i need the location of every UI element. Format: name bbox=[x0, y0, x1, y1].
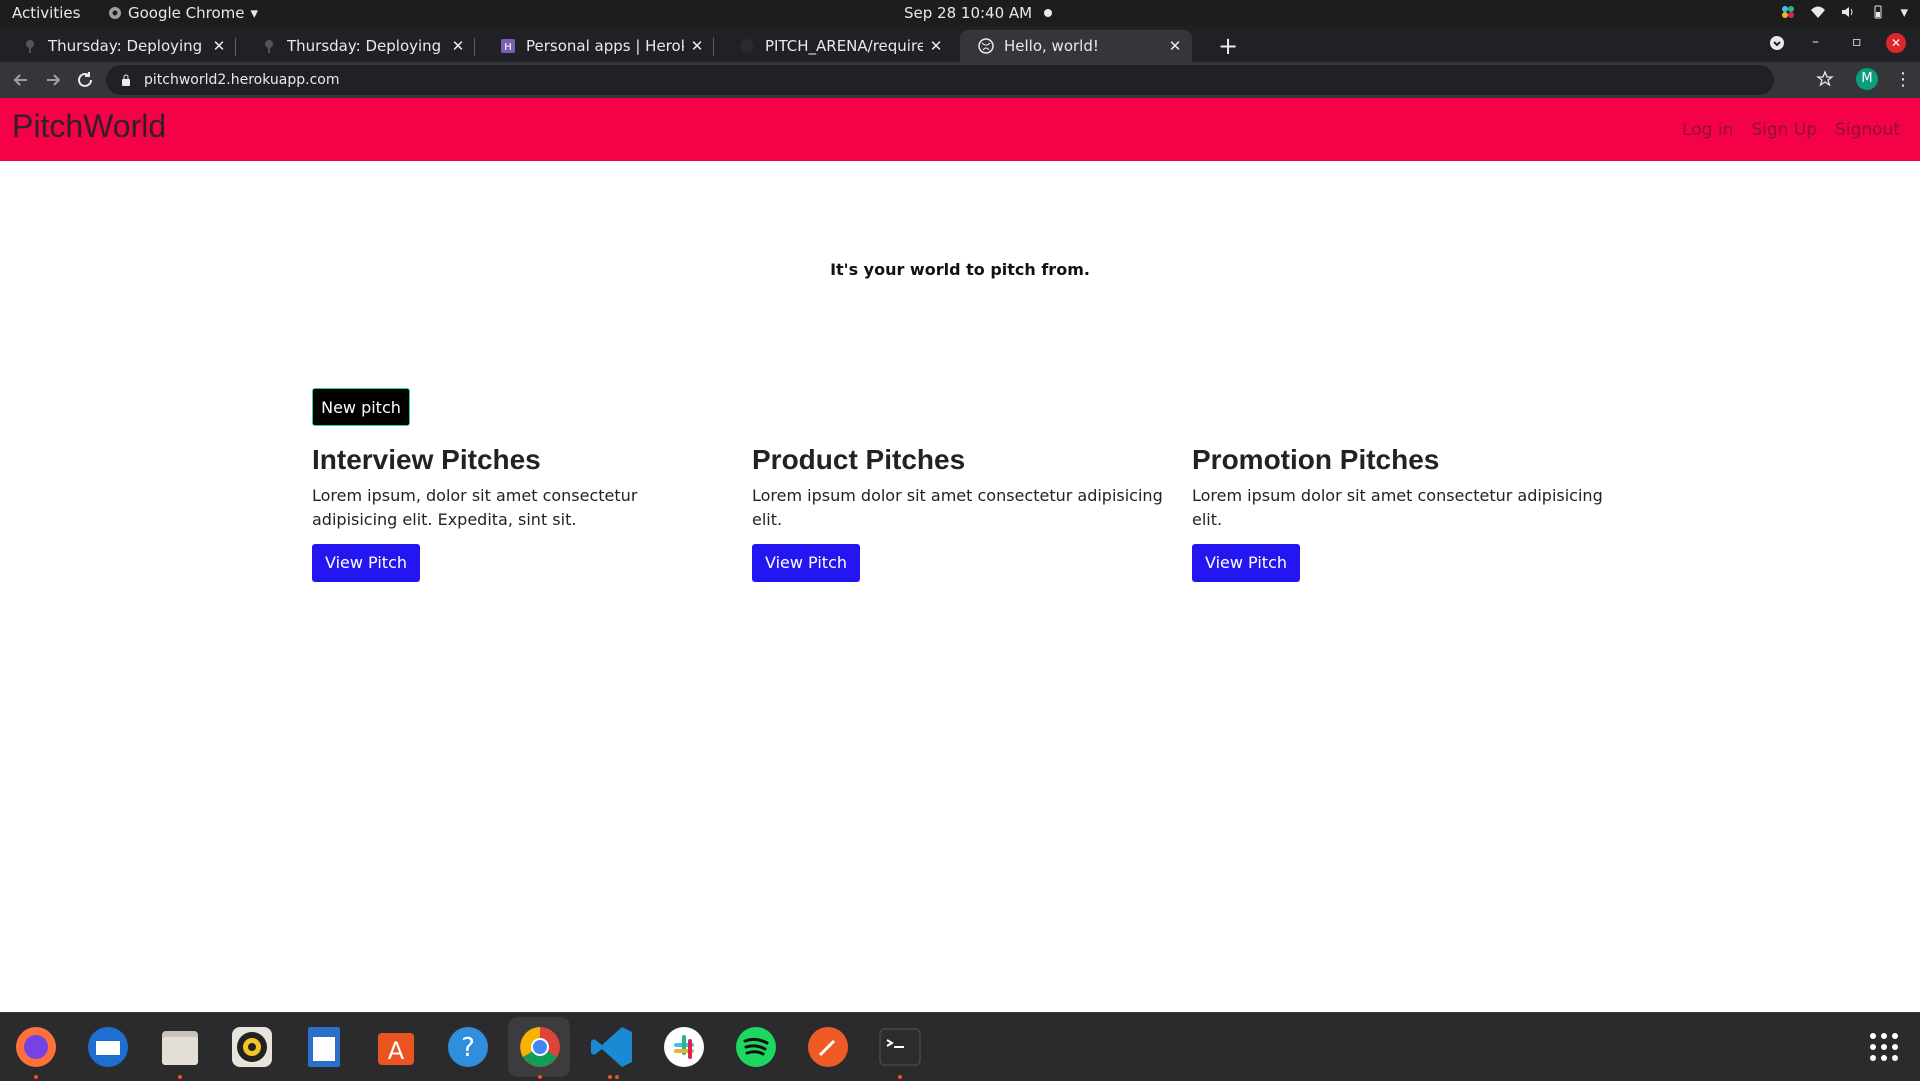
tab-close-icon[interactable]: ✕ bbox=[1168, 37, 1182, 55]
tab-close-icon[interactable]: ✕ bbox=[212, 37, 226, 55]
tab-title: Thursday: Deploying to H bbox=[287, 37, 445, 55]
spotify-icon[interactable] bbox=[732, 1023, 780, 1071]
address-bar[interactable]: pitchworld2.herokuapp.com bbox=[106, 65, 1774, 95]
app-menu[interactable]: Google Chrome ▾ bbox=[108, 4, 258, 22]
url-text: pitchworld2.herokuapp.com bbox=[144, 72, 340, 88]
app-menu-label: Google Chrome bbox=[128, 4, 245, 22]
signout-link[interactable]: Signout bbox=[1835, 120, 1900, 140]
tab-title: Thursday: Deploying to H bbox=[48, 37, 206, 55]
category-promotion: Promotion Pitches Lorem ipsum dolor sit … bbox=[1192, 444, 1612, 582]
window-close-icon[interactable]: ✕ bbox=[1886, 33, 1906, 53]
heroku-favicon-icon: H bbox=[501, 39, 515, 53]
running-indicator bbox=[538, 1075, 542, 1079]
vscode-icon[interactable] bbox=[588, 1023, 636, 1071]
wifi-icon bbox=[1811, 6, 1826, 18]
forward-icon[interactable] bbox=[42, 69, 64, 91]
tab-title: Personal apps | Heroku bbox=[526, 37, 684, 55]
view-pitch-button[interactable]: View Pitch bbox=[752, 544, 861, 582]
svg-text:H: H bbox=[504, 42, 512, 53]
new-tab-icon[interactable]: + bbox=[1214, 32, 1242, 60]
tab-hello-world[interactable]: Hello, world! ✕ bbox=[960, 30, 1192, 62]
firefox-icon[interactable] bbox=[12, 1023, 60, 1071]
app-grid-icon[interactable] bbox=[1868, 1031, 1900, 1063]
menu-kebab-icon[interactable]: ⋮ bbox=[1894, 69, 1912, 90]
slack-icon[interactable] bbox=[660, 1023, 708, 1071]
bookmark-star-icon[interactable] bbox=[1816, 70, 1834, 88]
writer-icon[interactable] bbox=[300, 1023, 348, 1071]
category-text: Lorem ipsum, dolor sit amet consectetur … bbox=[312, 486, 638, 529]
clock[interactable]: Sep 28 10:40 AM bbox=[904, 4, 1053, 22]
notification-dot bbox=[1044, 9, 1053, 17]
category-text: Lorem ipsum dolor sit amet consectetur a… bbox=[1192, 486, 1603, 529]
tab-title: PITCH_ARENA/requireme bbox=[765, 37, 923, 55]
tab-close-icon[interactable]: ✕ bbox=[451, 37, 465, 55]
login-link[interactable]: Log in bbox=[1682, 120, 1733, 140]
tab-separator bbox=[235, 38, 236, 56]
activities-button[interactable]: Activities bbox=[12, 4, 80, 22]
tab-deploying-1[interactable]: Thursday: Deploying to H ✕ bbox=[4, 30, 236, 62]
tab-favicon-icon bbox=[26, 40, 34, 53]
battery-icon bbox=[1874, 5, 1882, 19]
tagline: It's your world to pitch from. bbox=[830, 260, 1090, 279]
signup-link[interactable]: Sign Up bbox=[1751, 120, 1817, 140]
chrome-small-icon bbox=[109, 7, 121, 19]
volume-icon bbox=[1842, 7, 1853, 17]
category-title: Interview Pitches bbox=[312, 444, 541, 475]
running-indicator bbox=[615, 1075, 619, 1079]
browser-toolbar: pitchworld2.herokuapp.com M ⋮ bbox=[0, 62, 1920, 98]
clock-text: Sep 28 10:40 AM bbox=[904, 4, 1033, 22]
profile-avatar[interactable]: M bbox=[1856, 68, 1878, 90]
category-text: Lorem ipsum dolor sit amet consectetur a… bbox=[752, 486, 1163, 529]
back-icon[interactable] bbox=[10, 69, 32, 91]
running-indicator bbox=[34, 1075, 38, 1079]
web-page: PitchWorld Log in Sign Up Signout It's y… bbox=[0, 98, 1920, 1012]
site-navbar: PitchWorld Log in Sign Up Signout bbox=[0, 98, 1920, 161]
running-indicator bbox=[178, 1075, 182, 1079]
category-interview: Interview Pitches Lorem ipsum, dolor sit… bbox=[312, 444, 727, 582]
view-pitch-button[interactable]: View Pitch bbox=[1192, 544, 1301, 582]
terminal-icon[interactable] bbox=[876, 1023, 924, 1071]
system-tray[interactable]: ▾ bbox=[1780, 3, 1908, 21]
tab-close-icon[interactable]: ✕ bbox=[690, 37, 704, 55]
help-icon[interactable]: ? bbox=[444, 1023, 492, 1071]
tab-deploying-2[interactable]: Thursday: Deploying to H ✕ bbox=[243, 30, 475, 62]
thunderbird-icon[interactable] bbox=[84, 1023, 132, 1071]
new-pitch-button[interactable]: New pitch bbox=[312, 388, 410, 426]
system-top-bar: Activities Google Chrome ▾ Sep 28 10:40 … bbox=[0, 0, 1920, 26]
files-icon[interactable] bbox=[156, 1023, 204, 1071]
tab-strip: Thursday: Deploying to H ✕ Thursday: Dep… bbox=[0, 26, 1920, 62]
lock-icon bbox=[122, 74, 130, 86]
reload-icon[interactable] bbox=[74, 69, 96, 91]
chrome-icon[interactable] bbox=[516, 1023, 564, 1071]
tab-heroku[interactable]: H Personal apps | Heroku ✕ bbox=[482, 30, 714, 62]
tab-search-icon[interactable] bbox=[1769, 35, 1785, 51]
category-product: Product Pitches Lorem ipsum dolor sit am… bbox=[752, 444, 1172, 582]
tab-separator bbox=[713, 38, 714, 56]
minimize-icon[interactable]: – bbox=[1812, 34, 1819, 50]
tab-favicon-icon bbox=[265, 40, 273, 53]
github-favicon-icon bbox=[740, 39, 754, 53]
site-brand[interactable]: PitchWorld bbox=[12, 108, 166, 145]
tab-title: Hello, world! bbox=[1004, 37, 1099, 55]
view-pitch-button[interactable]: View Pitch bbox=[312, 544, 421, 582]
svg-text:A: A bbox=[388, 1037, 405, 1065]
tab-github[interactable]: PITCH_ARENA/requireme ✕ bbox=[721, 30, 953, 62]
tab-close-icon[interactable]: ✕ bbox=[929, 37, 943, 55]
category-title: Product Pitches bbox=[752, 444, 966, 475]
rhythmbox-icon[interactable] bbox=[228, 1023, 276, 1071]
running-indicator bbox=[898, 1075, 902, 1079]
restore-icon[interactable]: ▫ bbox=[1852, 34, 1862, 50]
svg-text:?: ? bbox=[461, 1033, 475, 1063]
caret-down-icon: ▾ bbox=[250, 4, 259, 22]
caret-down-icon: ▾ bbox=[1900, 3, 1908, 21]
postman-icon[interactable] bbox=[804, 1023, 852, 1071]
slack-tray-icon bbox=[1782, 6, 1795, 18]
globe-favicon-icon bbox=[978, 38, 994, 54]
software-icon[interactable]: A bbox=[372, 1023, 420, 1071]
tab-separator bbox=[474, 38, 475, 56]
dock: A ? bbox=[0, 1012, 1920, 1081]
category-title: Promotion Pitches bbox=[1192, 444, 1440, 475]
nav-links: Log in Sign Up Signout bbox=[1682, 120, 1900, 140]
running-indicator bbox=[608, 1075, 612, 1079]
